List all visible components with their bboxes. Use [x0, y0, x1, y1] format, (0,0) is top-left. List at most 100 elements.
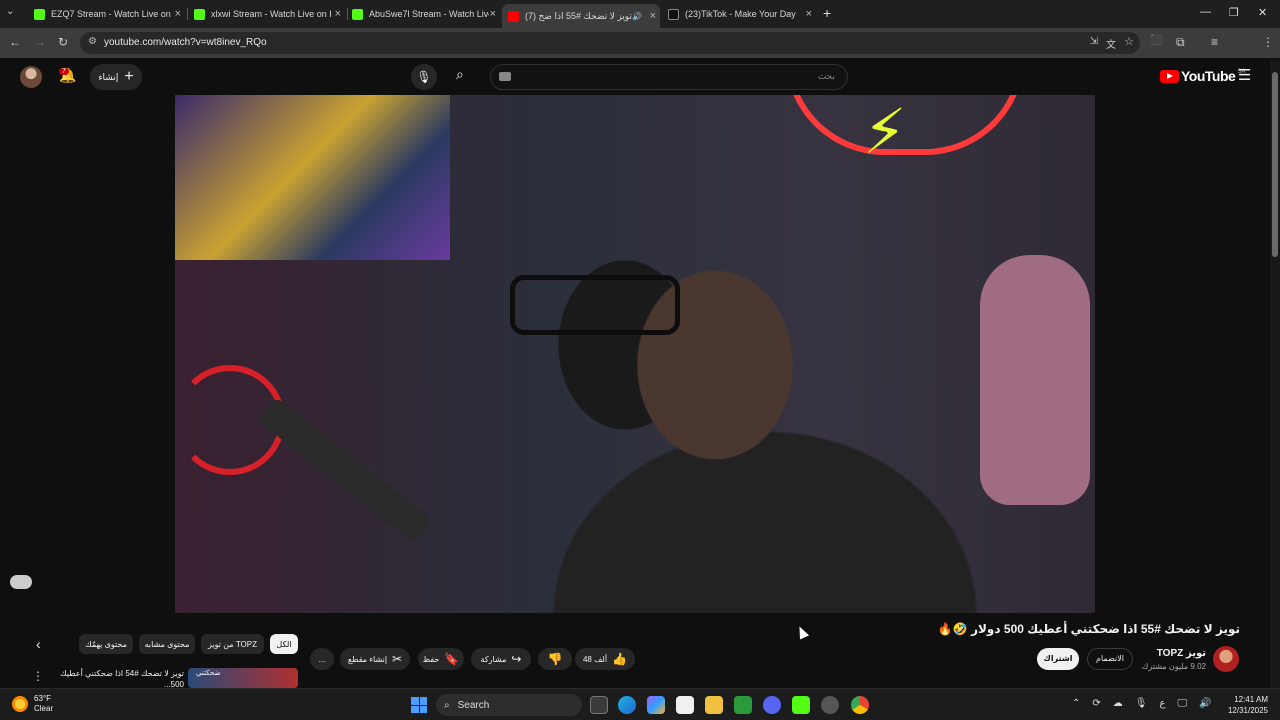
close-icon[interactable]: ×	[806, 8, 812, 20]
network-icon[interactable]: 🖵	[1177, 698, 1187, 709]
join-button[interactable]: الانضمام	[1087, 648, 1133, 670]
app-icon[interactable]	[821, 696, 839, 714]
microphone-arm	[256, 396, 434, 544]
maximize-icon[interactable]: ❐	[1229, 6, 1239, 19]
recommended-video-title[interactable]: تويز لا تضحك #54 اذا ضحكتني أعطيك 500...	[56, 668, 184, 688]
url-text[interactable]: youtube.com/watch?v=wt8inev_RQo	[104, 37, 267, 48]
clip-button[interactable]: إنشاء مقطع ✂	[340, 648, 410, 670]
tab-tiktok[interactable]: (23)TikTok - Make Your Day ×	[664, 4, 816, 24]
site-info-icon[interactable]: ⚙	[88, 36, 97, 47]
tab-label: (7) تويز لا تضحك #55 اذا ضح	[525, 10, 632, 21]
extensions-puzzle-icon[interactable]: ⧉	[1176, 35, 1185, 50]
share-button[interactable]: مشاركة ↪	[471, 648, 531, 670]
address-bar[interactable]: ⚙ youtube.com/watch?v=wt8inev_RQo ⇲ 文 ☆	[80, 32, 1140, 54]
share-label: مشاركة	[480, 654, 507, 664]
recommended-thumbnail[interactable]: ضحكتني	[188, 668, 298, 688]
volume-icon[interactable]: 🔊	[1199, 698, 1211, 709]
extension-icon[interactable]: ⬛	[1150, 35, 1162, 46]
language-indicator[interactable]: ع	[1159, 698, 1165, 709]
miniplayer-icon[interactable]	[10, 575, 32, 589]
edge-icon[interactable]	[618, 696, 636, 714]
reload-icon[interactable]: ↻	[58, 35, 68, 49]
chevron-up-icon[interactable]: ⌃	[1072, 698, 1080, 709]
tab-search-icon[interactable]: ⌄	[6, 6, 14, 17]
user-avatar[interactable]	[20, 66, 42, 88]
reading-list-icon[interactable]: ≡	[1211, 35, 1218, 49]
tiktok-icon	[668, 8, 679, 20]
translate-icon[interactable]: 文	[1106, 36, 1116, 51]
like-button[interactable]: 48 ألف 👍	[575, 648, 635, 670]
neon-lightning-bolt: ⚡	[863, 98, 907, 167]
install-icon[interactable]: ⇲	[1090, 36, 1098, 47]
cloud-icon[interactable]: ☁	[1113, 698, 1123, 709]
sync-icon[interactable]: ⟳	[1092, 698, 1100, 709]
taskbar-clock[interactable]: 12:41 AM 12/31/2025	[1228, 694, 1268, 716]
bookmark-icon: 🔖	[444, 652, 460, 666]
like-count: 48 ألف	[582, 654, 608, 664]
taskbar-search[interactable]: ⌕ Search	[436, 694, 582, 716]
subscriber-count: 9.02 مليون مشترك	[1141, 662, 1206, 671]
search-button[interactable]: ⌕	[456, 66, 464, 83]
close-icon[interactable]: ×	[490, 8, 496, 20]
chip-all[interactable]: الكل	[270, 634, 298, 654]
channel-avatar[interactable]	[1213, 646, 1239, 672]
excel-icon[interactable]	[734, 696, 752, 714]
dislike-button[interactable]: 👎	[538, 648, 572, 670]
save-button[interactable]: حفظ 🔖	[418, 648, 464, 670]
weather-widget[interactable]: 63°F Clear	[12, 694, 53, 714]
new-tab-button[interactable]: +	[823, 5, 831, 21]
store-icon[interactable]	[676, 696, 694, 714]
create-button[interactable]: إنشاء +	[90, 64, 142, 90]
chevron-left-icon[interactable]: ‹	[36, 636, 41, 652]
tab-ezq7[interactable]: EZQ7 Stream - Watch Live on K ×	[30, 4, 185, 24]
keyboard-icon[interactable]	[499, 72, 511, 81]
subscribe-button[interactable]: اشتراك	[1037, 648, 1079, 670]
search-input[interactable]: بحث	[490, 64, 848, 90]
kick-icon	[352, 8, 363, 20]
browser-menu-icon[interactable]: ⋮	[1262, 35, 1274, 49]
close-window-icon[interactable]: ✕	[1258, 6, 1267, 19]
chip-similar[interactable]: محتوى مشابه	[139, 634, 195, 654]
windows-start-icon[interactable]	[411, 697, 427, 713]
voice-search-button[interactable]: 🎙	[411, 64, 437, 90]
channel-name[interactable]: تويز TOPZ	[1157, 648, 1206, 659]
hamburger-menu-icon[interactable]: ☰	[1238, 66, 1251, 84]
copilot-icon[interactable]	[647, 696, 665, 714]
browser-toolbar: ← → ↻ ⚙ youtube.com/watch?v=wt8inev_RQo …	[0, 28, 1280, 77]
close-icon[interactable]: ×	[650, 10, 656, 22]
more-actions-button[interactable]: ...	[310, 648, 334, 670]
notification-badge: 7	[59, 68, 69, 75]
close-icon[interactable]: ×	[175, 8, 181, 20]
close-icon[interactable]: ×	[335, 8, 341, 20]
thumbs-up-icon: 👍	[612, 652, 628, 666]
speaker-icon[interactable]: 🔊	[632, 12, 642, 21]
temperature: 63°F	[34, 694, 51, 703]
scrollbar-thumb[interactable]	[1272, 72, 1278, 257]
kick-app-icon[interactable]	[792, 696, 810, 714]
search-icon: ⌕	[444, 699, 450, 711]
minimize-icon[interactable]: —	[1200, 6, 1211, 18]
chrome-icon[interactable]	[851, 696, 869, 714]
youtube-logo[interactable]: YouTube SA	[1160, 68, 1245, 84]
file-explorer-icon[interactable]	[705, 696, 723, 714]
tab-label: xlxwi Stream - Watch Live on Ki	[211, 9, 331, 19]
back-icon[interactable]: ←	[9, 35, 21, 49]
tab-abuswe7l[interactable]: AbuSwe7l Stream - Watch Live ×	[348, 4, 500, 24]
more-vertical-icon[interactable]: ⋮	[32, 669, 44, 683]
background-monitor	[175, 95, 450, 260]
tab-xlxwi[interactable]: xlxwi Stream - Watch Live on Ki ×	[190, 4, 345, 24]
video-player[interactable]: ⚡	[175, 95, 1095, 613]
bookmark-star-icon[interactable]: ☆	[1124, 35, 1134, 48]
clock-date: 12/31/2025	[1227, 706, 1268, 715]
discord-icon[interactable]	[763, 696, 781, 714]
forward-icon[interactable]: →	[34, 35, 46, 49]
tab-label: EZQ7 Stream - Watch Live on K	[51, 9, 171, 19]
chip-for-you[interactable]: محتوى يهمّك	[79, 634, 133, 654]
tab-label: (23)TikTok - Make Your Day	[685, 9, 796, 19]
task-view-icon[interactable]	[590, 696, 608, 714]
chip-from-channel[interactable]: من تويز TOPZ	[201, 634, 264, 654]
microphone-icon[interactable]: 🎙	[1135, 698, 1148, 709]
streamer-glasses	[510, 275, 680, 335]
taskbar-search-label: Search	[457, 699, 490, 711]
tab-youtube-active[interactable]: (7) تويز لا تضحك #55 اذا ضح 🔊 ×	[502, 4, 660, 28]
